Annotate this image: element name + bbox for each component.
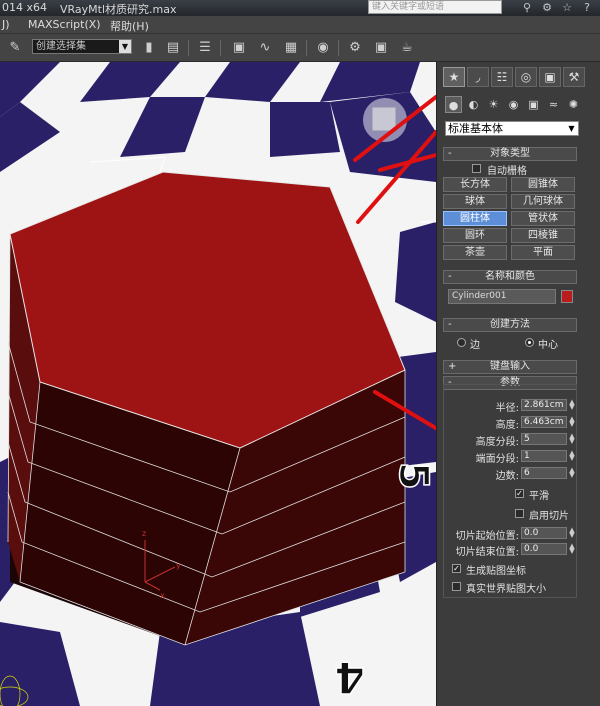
toolbar-divider xyxy=(338,40,339,56)
autogrid-label: 自动栅格 xyxy=(487,166,527,177)
render-frame-icon[interactable]: ▣ xyxy=(372,39,390,57)
chevron-down-icon: ▼ xyxy=(568,124,575,133)
perspective-viewport[interactable]: z y x 5 4 xyxy=(0,62,436,706)
box-button[interactable]: 长方体 xyxy=(443,177,507,192)
creation-method-title: 创建方法 xyxy=(490,319,530,330)
expand-icon: + xyxy=(448,361,457,372)
mirror-icon[interactable]: ▮ xyxy=(140,39,158,57)
edge-label: 边 xyxy=(470,340,480,351)
help-icon[interactable]: ? xyxy=(580,1,594,14)
name-color-title: 名称和颜色 xyxy=(485,271,535,282)
main-toolbar: ✎ 创建选择集 ▼ ▮ ▤ ☰ ▣ ∿ ▦ ◉ ⚙ ▣ ☕ xyxy=(0,34,600,62)
primitive-type-value: 标准基本体 xyxy=(448,122,503,135)
geosphere-button[interactable]: 几何球体 xyxy=(511,194,575,209)
floor-number-4: 4 xyxy=(334,651,365,702)
cameras-icon[interactable]: ◉ xyxy=(505,96,522,113)
torus-button[interactable]: 圆环 xyxy=(443,228,507,243)
geometry-icon[interactable]: ● xyxy=(445,96,462,113)
cone-button[interactable]: 圆锥体 xyxy=(511,177,575,192)
file-name-label: VRayMtl材质研究.max xyxy=(60,3,177,16)
creation-method-rollout-header[interactable]: - 创建方法 xyxy=(443,318,577,332)
menu-item-help[interactable]: 帮助(H) xyxy=(110,18,149,34)
toolbar-divider xyxy=(306,40,307,56)
binoculars-icon[interactable]: ⚲ xyxy=(520,1,534,14)
primitive-type-dropdown[interactable]: 标准基本体 ▼ xyxy=(445,121,579,136)
hierarchy-tab[interactable]: ☷ xyxy=(491,67,513,87)
motion-tab[interactable]: ◎ xyxy=(515,67,537,87)
toolbar-divider xyxy=(188,40,189,56)
search-input[interactable]: 键入关键字或短语 xyxy=(368,0,502,14)
collapse-icon: - xyxy=(448,148,452,159)
edge-radio[interactable] xyxy=(457,338,466,347)
object-name-input[interactable]: Cylinder001 xyxy=(448,289,556,304)
helpers-icon[interactable]: ▣ xyxy=(525,96,542,113)
title-bar: 014 x64 VRayMtl材质研究.max 键入关键字或短语 ⚲ ⚙ ☆ ? xyxy=(0,0,600,16)
keyboard-entry-rollout-header[interactable]: + 键盘输入 xyxy=(443,360,577,374)
shapes-icon[interactable]: ◐ xyxy=(465,96,482,113)
star-icon[interactable]: ☆ xyxy=(560,1,574,14)
text-abc-icon[interactable]: ✎ xyxy=(6,39,24,57)
schematic-icon[interactable]: ▦ xyxy=(282,39,300,57)
collapse-icon: - xyxy=(448,271,452,282)
teapot-button[interactable]: 茶壶 xyxy=(443,245,507,260)
layer-icon[interactable]: ☰ xyxy=(196,39,214,57)
object-type-rollout-header[interactable]: - 对象类型 xyxy=(443,147,577,161)
cylinder-button[interactable]: 圆柱体 xyxy=(443,211,507,226)
keyboard-entry-title: 键盘输入 xyxy=(490,361,530,372)
create-category-row: ● ◐ ☀ ◉ ▣ ≈ ✺ xyxy=(443,94,593,114)
sphere-button[interactable]: 球体 xyxy=(443,194,507,209)
render-setup-icon[interactable]: ⚙ xyxy=(346,39,364,57)
svg-text:x: x xyxy=(160,591,165,600)
center-radio[interactable] xyxy=(525,338,534,347)
curve-editor-icon[interactable]: ∿ xyxy=(256,39,274,57)
center-label: 中心 xyxy=(538,340,558,351)
command-panel-tabs: ★ ◞ ☷ ◎ ▣ ⚒ xyxy=(441,65,597,89)
collapse-icon: - xyxy=(448,319,452,330)
menu-bar: J) MAXScript(X) 帮助(H) xyxy=(0,16,600,34)
align-icon[interactable]: ▤ xyxy=(164,39,182,57)
svg-text:z: z xyxy=(142,529,146,538)
svg-text:y: y xyxy=(176,561,181,570)
menu-item-maxscript[interactable]: MAXScript(X) xyxy=(28,18,101,31)
plane-button[interactable]: 平面 xyxy=(511,245,575,260)
spacewarps-icon[interactable]: ≈ xyxy=(545,96,562,113)
floor-tile xyxy=(270,102,340,157)
material-editor-icon[interactable]: ◉ xyxy=(314,39,332,57)
autogrid-checkbox[interactable] xyxy=(472,164,481,173)
tube-button[interactable]: 管状体 xyxy=(511,211,575,226)
modify-tab[interactable]: ◞ xyxy=(467,67,489,87)
object-color-swatch[interactable] xyxy=(561,290,573,303)
pyramid-button[interactable]: 四棱锥 xyxy=(511,228,575,243)
selection-set-value: 创建选择集 xyxy=(36,41,86,52)
chevron-down-icon: ▼ xyxy=(119,40,131,53)
toolbar-divider xyxy=(220,40,221,56)
render-icon[interactable]: ☕ xyxy=(398,39,416,57)
lights-icon[interactable]: ☀ xyxy=(485,96,502,113)
viewport-scene: z y x 5 4 xyxy=(0,62,436,706)
command-panel: ★ ◞ ☷ ◎ ▣ ⚒ ● ◐ ☀ ◉ ▣ ≈ ✺ 标准基本体 ▼ - 对象类型… xyxy=(436,62,600,706)
version-label: 014 x64 xyxy=(2,1,47,14)
selection-set-dropdown[interactable]: 创建选择集 ▼ xyxy=(32,39,132,54)
ribbon-icon[interactable]: ▣ xyxy=(230,39,248,57)
display-tab[interactable]: ▣ xyxy=(539,67,561,87)
systems-icon[interactable]: ✺ xyxy=(565,96,582,113)
name-color-rollout-header[interactable]: - 名称和颜色 xyxy=(443,270,577,284)
object-type-title: 对象类型 xyxy=(490,148,530,159)
menu-item-partial[interactable]: J) xyxy=(2,18,10,31)
utilities-tab[interactable]: ⚒ xyxy=(563,67,585,87)
floor-number-5: 5 xyxy=(390,462,436,490)
key-icon[interactable]: ⚙ xyxy=(540,1,554,14)
create-tab[interactable]: ★ xyxy=(443,67,465,87)
parameters-rollout-body xyxy=(443,384,577,598)
